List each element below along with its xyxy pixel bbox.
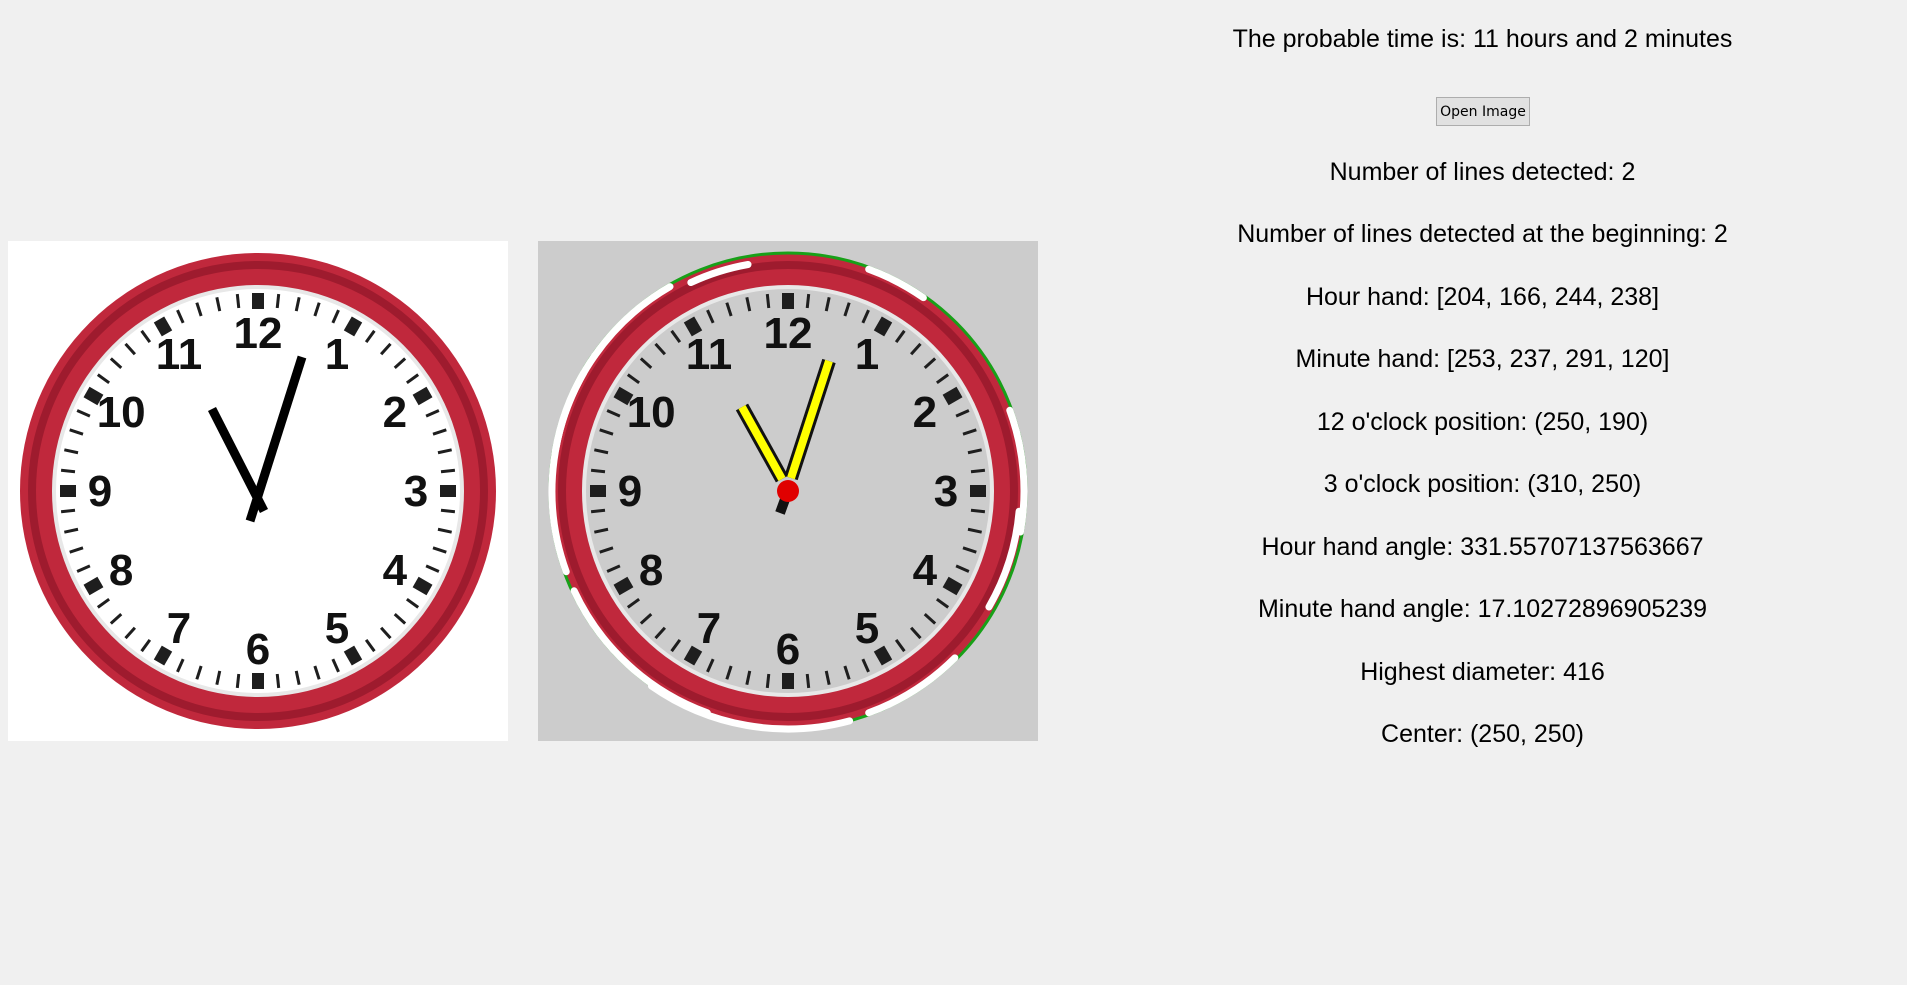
hour-hand-label: Hour hand: [204, 166, 244, 238]: [1305, 283, 1660, 311]
minute-tick: [765, 293, 771, 309]
clock-numeral: 11: [686, 330, 733, 379]
hour-tick: [343, 645, 363, 666]
minute-tick: [60, 468, 76, 474]
clock-numeral: 6: [776, 625, 800, 674]
clock-numeral: 7: [697, 604, 721, 653]
minute-tick: [60, 508, 76, 514]
clock-numeral: 4: [383, 546, 408, 595]
minute-tick: [970, 508, 986, 514]
twelve-oclock-position-label: 12 o'clock position: (250, 190): [1316, 408, 1649, 436]
minute-tick: [590, 508, 606, 514]
lines-detected-label: Number of lines detected: 2: [1329, 158, 1636, 186]
clock-numeral: 5: [855, 604, 879, 653]
hour-tick: [873, 645, 893, 666]
processed-clock-image: 12 12 3 45 6 78 9 1011: [548, 251, 1028, 733]
minute-tick: [440, 468, 456, 474]
clock-numeral: 12: [764, 309, 813, 358]
minute-tick: [970, 468, 986, 474]
minute-tick: [235, 673, 241, 689]
minute-tick: [275, 293, 281, 309]
clock-numeral: 10: [627, 388, 676, 437]
minute-tick: [805, 293, 811, 309]
hour-tick: [942, 386, 963, 406]
hour-hand-angle-label: Hour hand angle: 331.55707137563667: [1261, 533, 1704, 561]
hour-tick: [343, 316, 363, 337]
processed-image-panel: 12 1 2 3 4 5 6 7 8 9 10 11: [538, 241, 1038, 741]
clock-numeral: 11: [156, 330, 203, 379]
hour-tick: [412, 386, 433, 406]
clock-numeral: 5: [325, 604, 349, 653]
clock-numeral: 12: [234, 309, 283, 358]
minute-tick: [805, 673, 811, 689]
clock-numeral: 2: [913, 388, 937, 437]
detected-center-dot: [777, 480, 799, 502]
original-clock-image: 12 12 3 45 6 78 9 1011: [20, 253, 496, 729]
clock-numeral: 1: [855, 330, 879, 379]
clock-numeral: 3: [404, 467, 428, 516]
center-label: Center: (250, 250): [1381, 720, 1584, 748]
minute-tick: [235, 293, 241, 309]
clock-numeral: 10: [97, 388, 146, 437]
hour-tick: [613, 576, 634, 596]
original-image-panel: 12 1 2 3 4 5 6 7 8 9 10 11: [8, 241, 508, 741]
clock-numeral: 8: [109, 546, 133, 595]
hour-tick: [942, 576, 963, 596]
minute-hand-angle-label: Minute hand angle: 17.10272896905239: [1257, 595, 1707, 623]
minute-hand-label: Minute hand: [253, 237, 291, 120]: [1295, 345, 1670, 373]
clock-numeral: 3: [934, 467, 958, 516]
minute-tick: [440, 508, 456, 514]
hour-tick: [83, 576, 104, 596]
clock-numeral: 8: [639, 546, 663, 595]
hour-tick: [873, 316, 893, 337]
clock-numeral: 1: [325, 330, 349, 379]
clock-numeral: 2: [383, 388, 407, 437]
minute-tick: [275, 673, 281, 689]
clock-numeral: 9: [88, 467, 112, 516]
clock-numeral: 4: [913, 546, 938, 595]
hour-tick: [412, 576, 433, 596]
probable-time-label: The probable time is: 11 hours and 2 min…: [1232, 25, 1733, 53]
clock-numeral: 6: [246, 625, 270, 674]
lines-detected-beginning-label: Number of lines detected at the beginnin…: [1237, 220, 1728, 248]
clock-numeral: 9: [618, 467, 642, 516]
three-oclock-position-label: 3 o'clock position: (310, 250): [1323, 470, 1642, 498]
minute-tick: [765, 673, 771, 689]
clock-numeral: 7: [167, 604, 191, 653]
minute-tick: [590, 468, 606, 474]
open-image-button[interactable]: Open Image: [1436, 97, 1530, 126]
highest-diameter-label: Highest diameter: 416: [1360, 658, 1605, 686]
